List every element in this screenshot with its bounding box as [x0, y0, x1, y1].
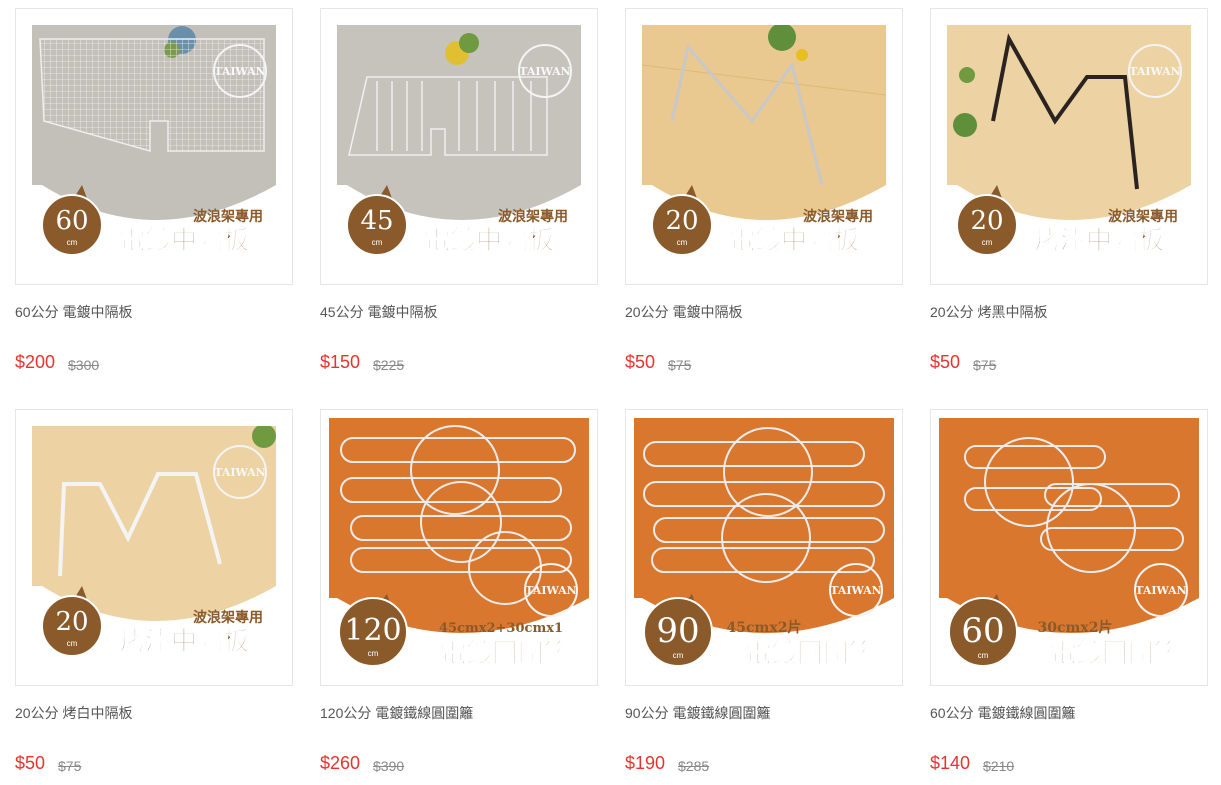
product-name[interactable]: 20公分 電鍍中隔板	[625, 302, 742, 322]
original-price: $75	[973, 357, 997, 373]
original-price: $75	[668, 357, 692, 373]
sale-price: $50	[930, 352, 961, 372]
sale-price: $150	[320, 352, 361, 372]
svg-text:90: 90	[656, 611, 699, 651]
product-name[interactable]: 20公分 烤黑中隔板	[930, 302, 1047, 322]
svg-text:電鍍圓圍籬: 電鍍圓圍籬	[440, 638, 570, 669]
svg-text:20: 20	[970, 206, 1003, 236]
svg-text:電鍍中隔板: 電鍍中隔板	[119, 225, 249, 256]
sale-price: $50	[625, 352, 656, 372]
svg-text:cm: cm	[368, 649, 379, 658]
product-image-link[interactable]: 20 cm 波浪架專用 電鍍中隔板	[625, 8, 903, 285]
svg-text:電鍍中隔板: 電鍍中隔板	[729, 225, 859, 256]
product-photo: 20 cm 波浪架專用 電鍍中隔板	[642, 25, 886, 269]
svg-text:45: 45	[360, 206, 393, 236]
product-photo: TAIWAN 60 cm 30cmx2片 電鍍圓圍籬	[939, 418, 1199, 678]
svg-text:cm: cm	[67, 238, 78, 247]
product-image-link[interactable]: TAIWAN 20 cm 波浪架專用 烤漆中隔板	[15, 409, 293, 686]
product-image-link[interactable]: TAIWAN 60 cm 波浪架專用 電鍍中隔板	[15, 8, 293, 285]
svg-text:20: 20	[665, 206, 698, 236]
svg-text:TAIWAN: TAIWAN	[519, 65, 571, 78]
svg-text:TAIWAN: TAIWAN	[1135, 584, 1187, 597]
svg-text:TAIWAN: TAIWAN	[214, 466, 266, 479]
product-image-link[interactable]: TAIWAN 45 cm 波浪架專用 電鍍中隔板	[320, 8, 598, 285]
product-photo: TAIWAN 45 cm 波浪架專用 電鍍中隔板	[337, 25, 581, 269]
product-photo: TAIWAN 20 cm 波浪架專用 烤漆中隔板	[947, 25, 1191, 269]
product-name[interactable]: 120公分 電鍍鐵線圓圍籬	[320, 703, 473, 723]
plant-decor-icon	[953, 113, 977, 137]
svg-text:電鍍圓圍籬: 電鍍圓圍籬	[745, 638, 875, 669]
svg-text:烤漆中隔板: 烤漆中隔板	[1034, 226, 1164, 256]
svg-text:波浪架專用: 波浪架專用	[193, 208, 263, 225]
original-price: $390	[373, 758, 405, 774]
svg-text:TAIWAN: TAIWAN	[525, 584, 577, 597]
product-name[interactable]: 60公分 電鍍中隔板	[15, 302, 132, 322]
svg-text:45cmx2+30cmx1: 45cmx2+30cmx1	[439, 621, 563, 636]
svg-text:60: 60	[961, 611, 1004, 651]
svg-text:波浪架專用: 波浪架專用	[193, 609, 263, 626]
original-price: $285	[678, 758, 710, 774]
sale-price: $190	[625, 753, 666, 773]
product-name[interactable]: 20公分 烤白中隔板	[15, 703, 132, 723]
svg-text:cm: cm	[673, 651, 684, 660]
sale-price: $50	[15, 753, 46, 773]
sale-price: $200	[15, 352, 56, 372]
svg-text:電鍍中隔板: 電鍍中隔板	[424, 225, 554, 256]
svg-text:30cmx2片: 30cmx2片	[1038, 619, 1113, 636]
svg-text:120: 120	[344, 613, 401, 648]
product-name[interactable]: 45公分 電鍍中隔板	[320, 302, 437, 322]
svg-text:cm: cm	[978, 651, 989, 660]
svg-text:TAIWAN: TAIWAN	[830, 584, 882, 597]
product-photo: TAIWAN 60 cm 波浪架專用 電鍍中隔板	[32, 25, 276, 269]
svg-text:波浪架專用: 波浪架專用	[803, 208, 873, 225]
svg-text:cm: cm	[677, 238, 688, 247]
product-photo: TAIWAN 120 cm 45cmx2+30cmx1 電鍍圓圍籬	[329, 418, 589, 678]
product-photo: TAIWAN 20 cm 波浪架專用 烤漆中隔板	[32, 426, 276, 670]
svg-text:60: 60	[55, 206, 88, 236]
svg-text:cm: cm	[982, 238, 993, 247]
svg-text:波浪架專用: 波浪架專用	[498, 208, 568, 225]
original-price: $75	[58, 758, 82, 774]
product-photo: TAIWAN 90 cm 45cmx2片 電鍍圓圍籬	[634, 418, 894, 678]
svg-text:TAIWAN: TAIWAN	[214, 65, 266, 78]
original-price: $300	[68, 357, 100, 373]
svg-text:cm: cm	[372, 238, 383, 247]
product-image-link[interactable]: TAIWAN 90 cm 45cmx2片 電鍍圓圍籬	[625, 409, 903, 686]
product-image-link[interactable]: TAIWAN 20 cm 波浪架專用 烤漆中隔板	[930, 8, 1208, 285]
product-image-link[interactable]: TAIWAN 120 cm 45cmx2+30cmx1 電鍍圓圍籬	[320, 409, 598, 686]
product-name[interactable]: 60公分 電鍍鐵線圓圍籬	[930, 703, 1075, 723]
svg-text:20: 20	[55, 607, 88, 637]
svg-text:45cmx2片: 45cmx2片	[727, 619, 802, 636]
svg-text:電鍍圓圍籬: 電鍍圓圍籬	[1050, 638, 1180, 669]
product-name[interactable]: 90公分 電鍍鐵線圓圍籬	[625, 703, 770, 723]
product-image-link[interactable]: TAIWAN 60 cm 30cmx2片 電鍍圓圍籬	[930, 409, 1208, 686]
original-price: $225	[373, 357, 405, 373]
original-price: $210	[983, 758, 1015, 774]
svg-text:烤漆中隔板: 烤漆中隔板	[119, 627, 249, 657]
svg-text:cm: cm	[67, 639, 78, 648]
svg-text:TAIWAN: TAIWAN	[1129, 65, 1181, 78]
svg-text:波浪架專用: 波浪架專用	[1108, 208, 1178, 225]
sale-price: $140	[930, 753, 971, 773]
sale-price: $260	[320, 753, 361, 773]
